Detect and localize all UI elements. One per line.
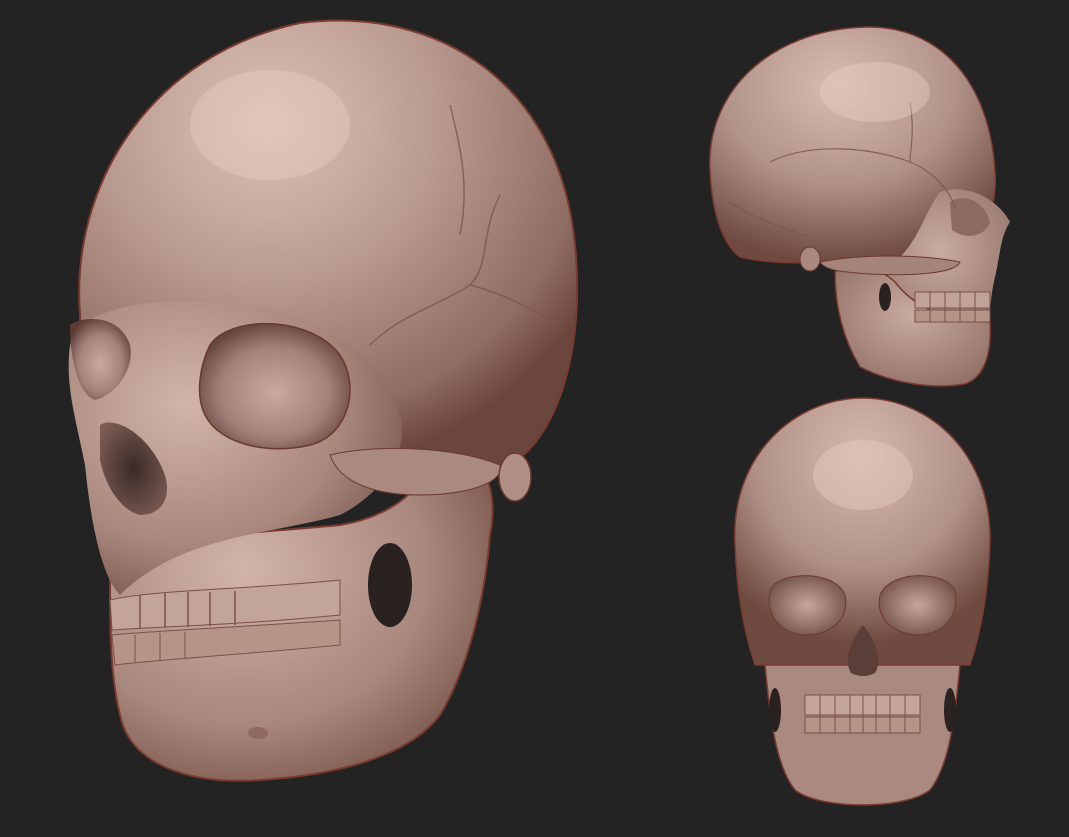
skull-side-view — [700, 22, 1030, 397]
specular-highlight — [190, 70, 350, 180]
ear-canal — [799, 246, 821, 272]
skull-three-quarter-view — [40, 15, 600, 795]
specular-highlight — [820, 62, 930, 122]
skull-side-render — [709, 26, 1010, 387]
skull-front-view — [725, 395, 1000, 820]
skull-front-render — [734, 397, 991, 806]
skull-three-quarter-render — [68, 19, 579, 782]
specular-highlight — [813, 440, 913, 510]
mental-foramen — [248, 727, 268, 739]
viewport — [0, 0, 1069, 837]
cranium — [734, 397, 991, 666]
eye-socket-right — [878, 575, 957, 636]
mandible — [764, 664, 961, 806]
mandibular-notch-right — [944, 688, 956, 732]
mandibular-notch-left — [769, 688, 781, 732]
mandibular-notch — [368, 543, 412, 627]
teeth — [804, 694, 921, 734]
teeth — [914, 291, 991, 323]
eye-socket-left — [768, 575, 847, 636]
eye-socket-right — [198, 322, 351, 450]
mastoid-process — [498, 452, 532, 502]
mandibular-notch — [879, 283, 891, 311]
